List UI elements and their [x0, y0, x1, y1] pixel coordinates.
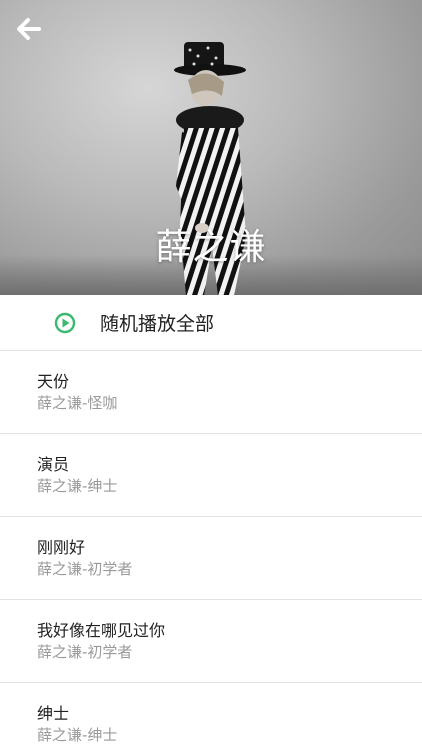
- shuffle-play-all-label: 随机播放全部: [100, 313, 215, 335]
- song-artist-album: 薛之谦-初学者: [37, 560, 133, 578]
- song-artist-album: 薛之谦-绅士: [37, 726, 118, 744]
- song-artist-album: 薛之谦-绅士: [37, 477, 118, 495]
- arrow-left-icon: [17, 18, 41, 40]
- artist-name: 薛之谦: [155, 227, 267, 268]
- song-item[interactable]: 天份 薛之谦-怪咖: [0, 351, 422, 434]
- shuffle-play-all-button[interactable]: 随机播放全部: [0, 295, 422, 351]
- song-artist-album: 薛之谦-初学者: [37, 643, 133, 661]
- song-item[interactable]: 绅士 薛之谦-绅士: [0, 683, 422, 752]
- song-title: 天份: [37, 372, 70, 391]
- song-title: 我好像在哪见过你: [37, 621, 166, 640]
- song-item[interactable]: 我好像在哪见过你 薛之谦-初学者: [0, 600, 422, 683]
- play-circle-icon: [54, 312, 76, 334]
- song-list: 天份 薛之谦-怪咖 演员 薛之谦-绅士 刚刚好 薛之谦-初学者 我好像在哪见过你…: [0, 351, 422, 752]
- song-title: 刚刚好: [37, 538, 86, 557]
- song-title: 演员: [37, 455, 70, 474]
- song-item[interactable]: 刚刚好 薛之谦-初学者: [0, 517, 422, 600]
- song-artist-album: 薛之谦-怪咖: [37, 394, 118, 412]
- back-button[interactable]: [14, 14, 44, 44]
- song-title: 绅士: [37, 704, 70, 723]
- song-item[interactable]: 演员 薛之谦-绅士: [0, 434, 422, 517]
